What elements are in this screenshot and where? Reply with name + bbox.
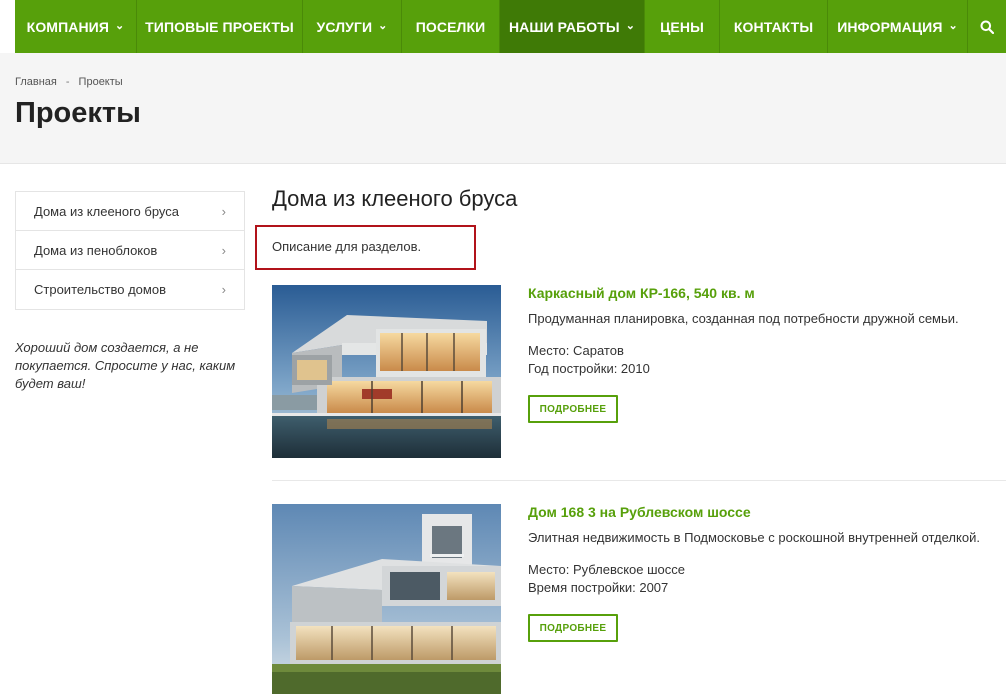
search-icon [980,20,994,34]
project-description: Продуманная планировка, созданная под по… [528,311,959,326]
nav-label: КОМПАНИЯ [26,18,109,35]
nav-item-villages[interactable]: ПОСЕЛКИ [402,0,500,53]
sidebar-item-foam-blocks[interactable]: Дома из пеноблоков › [16,231,244,270]
project-image[interactable] [272,504,501,694]
chevron-right-icon: › [221,242,226,258]
nav-item-services[interactable]: УСЛУГИ ⌄ [303,0,402,53]
nav-label: ИНФОРМАЦИЯ [837,18,943,35]
breadcrumb: Главная - Проекты [15,76,123,88]
chevron-down-icon: ⌄ [625,20,636,32]
section-title: Дома из клееного бруса [272,186,518,211]
breadcrumb-home-link[interactable]: Главная [15,76,57,88]
more-button[interactable]: ПОДРОБНЕЕ [528,614,618,642]
chevron-down-icon: ⌄ [378,20,388,32]
page-header: Главная - Проекты Проекты [0,53,1006,164]
more-button[interactable]: ПОДРОБНЕЕ [528,395,618,423]
chevron-down-icon: ⌄ [114,20,125,32]
nav-item-information[interactable]: ИНФОРМАЦИЯ ⌄ [828,0,968,53]
project-meta: Место: Рублевское шоссе Время постройки:… [528,561,1006,597]
chevron-right-icon: › [221,203,226,219]
nav-label: КОНТАКТЫ [733,18,814,35]
nav-label: ТИПОВЫЕ ПРОЕКТЫ [145,18,294,35]
nav-label: ПОСЕЛКИ [415,18,486,35]
project-body: Каркасный дом КР-166, 540 кв. м Продуман… [528,285,1006,423]
sidebar-item-label: Дома из клееного бруса [34,203,179,219]
search-button[interactable] [968,0,1006,53]
project-year: Время постройки: 2007 [528,580,669,595]
nav-label: НАШИ РАБОТЫ [508,18,620,35]
nav-item-our-works[interactable]: НАШИ РАБОТЫ ⌄ [500,0,645,53]
chevron-right-icon: › [221,282,226,297]
breadcrumb-current: Проекты [78,76,123,88]
chevron-down-icon: ⌄ [948,20,958,32]
project-card: Каркасный дом КР-166, 540 кв. м Продуман… [272,285,1006,459]
nav-item-typical-projects[interactable]: ТИПОВЫЕ ПРОЕКТЫ [137,0,303,53]
sidebar-item-label: Дома из пеноблоков [34,242,158,258]
project-meta: Место: Саратов Год постройки: 2010 [528,342,1006,378]
sidebar-item-house-building[interactable]: Строительство домов › [16,270,244,309]
project-body: Дом 168 3 на Рублевском шоссе Элитная не… [528,504,1006,642]
nav-item-contacts[interactable]: КОНТАКТЫ [720,0,828,53]
project-title-link[interactable]: Дом 168 3 на Рублевском шоссе [528,504,1006,520]
breadcrumb-separator: - [65,76,70,88]
project-year: Год постройки: 2010 [528,361,650,376]
sidebar-quote: Хороший дом создается, а не покупается. … [15,340,236,391]
project-title-link[interactable]: Каркасный дом КР-166, 540 кв. м [528,285,1006,301]
project-image[interactable] [272,285,501,458]
project-description: Элитная недвижимость в Подмосковье с рос… [528,530,980,545]
sidebar-item-glued-timber[interactable]: Дома из клееного бруса › [16,192,244,231]
project-place: Место: Саратов [528,343,624,358]
section-description: Описание для разделов. [255,225,476,270]
main-nav: КОМПАНИЯ ⌄ ТИПОВЫЕ ПРОЕКТЫ УСЛУГИ ⌄ ПОСЕЛК… [15,0,1006,53]
sidebar-item-label: Строительство домов [34,282,166,297]
sidebar-menu: Дома из клееного бруса › Дома из пенобло… [15,191,245,310]
nav-label: УСЛУГИ [316,18,373,35]
nav-item-company[interactable]: КОМПАНИЯ ⌄ [15,0,137,53]
project-place: Место: Рублевское шоссе [528,562,686,577]
nav-item-prices[interactable]: ЦЕНЫ [645,0,720,53]
nav-label: ЦЕНЫ [660,18,704,35]
divider [272,480,1006,481]
page-title: Проекты [15,97,141,129]
project-card: Дом 168 3 на Рублевском шоссе Элитная не… [272,504,1006,694]
